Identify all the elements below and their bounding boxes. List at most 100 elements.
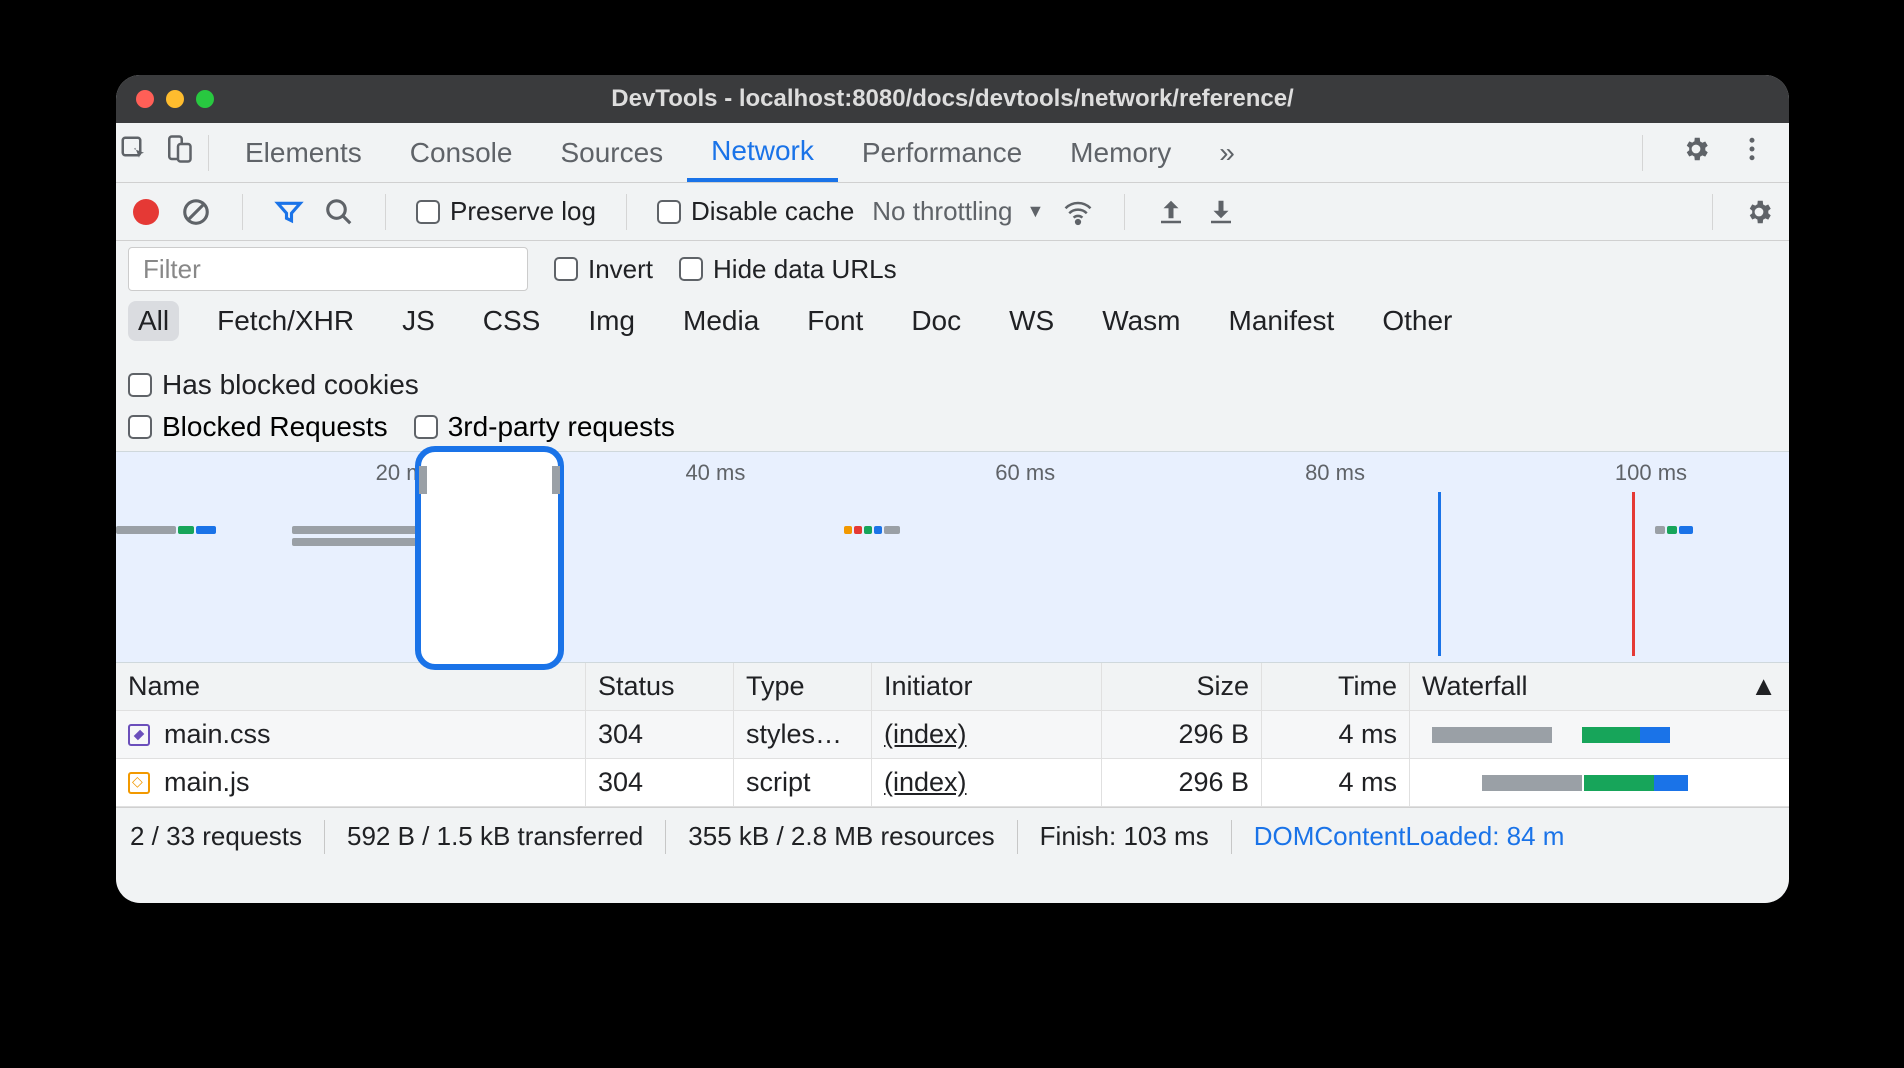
- col-time[interactable]: Time: [1262, 663, 1410, 710]
- throttling-select[interactable]: No throttling ▼: [872, 196, 1044, 227]
- search-button[interactable]: [323, 197, 355, 227]
- tab-network[interactable]: Network: [687, 123, 838, 182]
- invert-checkbox[interactable]: Invert: [554, 254, 653, 285]
- checkbox-icon: [554, 257, 578, 281]
- type-filter-font[interactable]: Font: [797, 301, 873, 341]
- chevron-right-double-icon: »: [1219, 137, 1235, 169]
- tab-memory[interactable]: Memory: [1046, 123, 1195, 182]
- timeline-tick: 20 ms: [376, 460, 436, 486]
- request-time: 4 ms: [1262, 711, 1410, 758]
- request-size: 296 B: [1102, 711, 1262, 758]
- network-toolbar: Preserve log Disable cache No throttling…: [116, 183, 1789, 241]
- record-button[interactable]: [130, 199, 162, 225]
- divider: [1712, 194, 1713, 230]
- overview-segment: [1655, 526, 1665, 534]
- inspect-element-icon[interactable]: [119, 134, 149, 171]
- settings-icon[interactable]: [1681, 134, 1711, 171]
- filter-placeholder: Filter: [143, 254, 201, 285]
- blocked-requests-checkbox[interactable]: Blocked Requests: [128, 411, 388, 443]
- overview-segment: [432, 538, 472, 546]
- request-initiator[interactable]: (index): [884, 767, 967, 798]
- download-har-icon[interactable]: [1205, 197, 1237, 227]
- requests-table: Name Status Type Initiator Size Time Wat…: [116, 663, 1789, 807]
- third-party-label: 3rd-party requests: [448, 411, 675, 443]
- upload-har-icon[interactable]: [1155, 197, 1187, 227]
- type-filter-other[interactable]: Other: [1372, 301, 1462, 341]
- tab-performance[interactable]: Performance: [838, 123, 1046, 182]
- filter-bar: Filter Invert Hide data URLs: [116, 241, 1789, 291]
- panel-settings-icon[interactable]: [1743, 197, 1775, 227]
- request-status: 304: [586, 759, 734, 806]
- checkbox-icon: [416, 200, 440, 224]
- sort-indicator-icon: ▲: [1750, 671, 1777, 702]
- col-status[interactable]: Status: [586, 663, 734, 710]
- type-filter-css[interactable]: CSS: [473, 301, 551, 341]
- domcontentloaded-marker: [1438, 492, 1441, 656]
- request-name: main.js: [164, 767, 250, 798]
- request-status: 304: [586, 711, 734, 758]
- checkbox-icon: [128, 415, 152, 439]
- has-blocked-cookies-checkbox[interactable]: Has blocked cookies: [128, 369, 419, 401]
- blocked-requests-label: Blocked Requests: [162, 411, 388, 443]
- type-filter-img[interactable]: Img: [578, 301, 645, 341]
- overview-segment: [1667, 526, 1677, 534]
- overview-segment: [116, 526, 176, 534]
- hide-data-urls-label: Hide data URLs: [713, 254, 897, 285]
- tabs-overflow[interactable]: »: [1195, 123, 1259, 182]
- checkbox-icon: [414, 415, 438, 439]
- divider: [208, 135, 209, 171]
- table-row[interactable]: main.css 304styles… (index) 296 B4 ms: [116, 711, 1789, 759]
- filter-toggle-button[interactable]: [273, 197, 305, 227]
- table-row[interactable]: main.js304script(index)296 B4 ms: [116, 759, 1789, 807]
- tab-console[interactable]: Console: [386, 123, 537, 182]
- timeline-tick: 80 ms: [1305, 460, 1365, 486]
- request-waterfall: [1410, 759, 1789, 806]
- network-overview-timeline[interactable]: 20 ms40 ms60 ms80 ms100 ms: [116, 451, 1789, 663]
- checkbox-icon: [679, 257, 703, 281]
- filter-input[interactable]: Filter: [128, 247, 528, 291]
- type-filter-ws[interactable]: WS: [999, 301, 1064, 341]
- network-conditions-icon[interactable]: [1062, 197, 1094, 227]
- hide-data-urls-checkbox[interactable]: Hide data URLs: [679, 254, 897, 285]
- status-finish: Finish: 103 ms: [1040, 821, 1209, 852]
- kebab-menu-icon[interactable]: [1737, 134, 1767, 171]
- checkbox-icon: [128, 373, 152, 397]
- inspect-icons: [116, 134, 196, 171]
- clear-button[interactable]: [180, 197, 212, 227]
- preserve-log-label: Preserve log: [450, 196, 596, 227]
- divider: [626, 194, 627, 230]
- status-resources: 355 kB / 2.8 MB resources: [688, 821, 994, 852]
- type-filter-doc[interactable]: Doc: [901, 301, 971, 341]
- table-header: Name Status Type Initiator Size Time Wat…: [116, 663, 1789, 711]
- status-domcontentlo.</span>aded: DOMContentLoaded: 84 m: [1254, 821, 1565, 852]
- type-filter-manifest[interactable]: Manifest: [1219, 301, 1345, 341]
- caret-down-icon: ▼: [1026, 201, 1044, 222]
- type-filter-wasm[interactable]: Wasm: [1092, 301, 1190, 341]
- timeline-requests: [116, 526, 1789, 586]
- tab-elements[interactable]: Elements: [221, 123, 386, 182]
- throttling-value: No throttling: [872, 196, 1012, 227]
- disable-cache-label: Disable cache: [691, 196, 854, 227]
- device-toolbar-icon[interactable]: [163, 134, 193, 171]
- request-name: main.css: [164, 719, 271, 750]
- col-waterfall[interactable]: Waterfall▲: [1410, 663, 1789, 710]
- request-initiator[interactable]: (index): [884, 719, 967, 750]
- status-transferred: 592 B / 1.5 kB transferred: [347, 821, 643, 852]
- col-name[interactable]: Name: [116, 663, 586, 710]
- type-filter-all[interactable]: All: [128, 301, 179, 341]
- third-party-requests-checkbox[interactable]: 3rd-party requests: [414, 411, 675, 443]
- request-time: 4 ms: [1262, 759, 1410, 806]
- disable-cache-checkbox[interactable]: Disable cache: [657, 196, 854, 227]
- divider: [1124, 194, 1125, 230]
- tab-sources[interactable]: Sources: [536, 123, 687, 182]
- devtools-tabstrip: ElementsConsoleSourcesNetworkPerformance…: [116, 123, 1789, 183]
- preserve-log-checkbox[interactable]: Preserve log: [416, 196, 596, 227]
- col-type[interactable]: Type: [734, 663, 872, 710]
- type-filter-fetch-xhr[interactable]: Fetch/XHR: [207, 301, 364, 341]
- request-type: styles…: [734, 711, 872, 758]
- file-css-icon: [128, 724, 150, 746]
- type-filter-js[interactable]: JS: [392, 301, 445, 341]
- col-size[interactable]: Size: [1102, 663, 1262, 710]
- type-filter-media[interactable]: Media: [673, 301, 769, 341]
- col-initiator[interactable]: Initiator: [872, 663, 1102, 710]
